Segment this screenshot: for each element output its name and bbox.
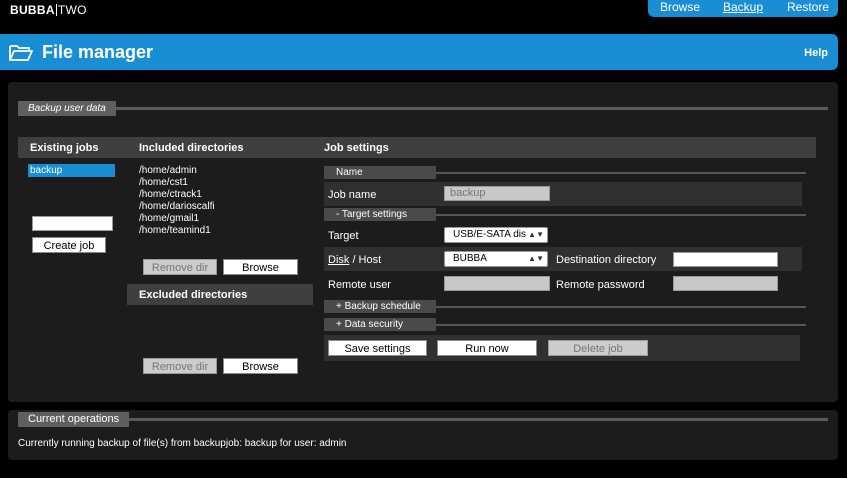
create-job-button[interactable]: Create job bbox=[32, 237, 106, 253]
panel-rule bbox=[18, 418, 828, 421]
disk-host-label: Disk / Host bbox=[328, 254, 381, 266]
included-dir-item[interactable]: /home/darioscalfi bbox=[139, 201, 215, 213]
included-dir-item[interactable]: /home/admin bbox=[139, 165, 197, 177]
remote-password-label: Remote password bbox=[556, 279, 645, 291]
included-dir-item[interactable]: /home/teamind1 bbox=[139, 225, 211, 237]
backup-schedule-tab[interactable]: + Backup schedule bbox=[324, 300, 436, 313]
nav-browse[interactable]: Browse bbox=[660, 0, 700, 14]
included-dir-item[interactable]: /home/ctrack1 bbox=[139, 189, 202, 201]
data-security-tab[interactable]: + Data security bbox=[324, 318, 436, 331]
target-label: Target bbox=[328, 230, 359, 242]
operations-legend: Current operations bbox=[18, 412, 130, 427]
target-settings-tab[interactable]: - Target settings bbox=[324, 208, 436, 221]
existing-jobs-header: Existing jobs bbox=[30, 142, 99, 154]
remote-user-label: Remote user bbox=[328, 279, 391, 291]
nav-backup[interactable]: Backup bbox=[723, 0, 763, 14]
included-dir-item[interactable]: /home/cst1 bbox=[139, 177, 188, 189]
run-now-button[interactable]: Run now bbox=[437, 340, 537, 356]
disk-select-value: BUBBA bbox=[453, 253, 487, 264]
panel-rule bbox=[18, 107, 828, 110]
disk-link[interactable]: Disk bbox=[328, 254, 349, 266]
name-section-tab: Name bbox=[324, 166, 436, 179]
page-header: File manager Help bbox=[0, 34, 838, 70]
page-title: File manager bbox=[42, 42, 154, 62]
remote-user-input[interactable] bbox=[444, 276, 550, 291]
folder-open-icon bbox=[9, 45, 33, 61]
browse-included-button[interactable]: Browse bbox=[223, 259, 298, 275]
chevron-updown-icon: ▲▼ bbox=[526, 228, 544, 242]
chevron-updown-icon: ▲▼ bbox=[528, 254, 544, 263]
included-dir-item[interactable]: /home/gmail1 bbox=[139, 213, 199, 225]
top-navigation: Browse Backup Restore bbox=[648, 0, 838, 17]
panel-legend: Backup user data bbox=[18, 101, 116, 116]
delete-job-button[interactable]: Delete job bbox=[548, 340, 648, 356]
job-name-input[interactable]: backup bbox=[444, 186, 550, 201]
remove-excluded-dir-button[interactable]: Remove dir bbox=[143, 358, 217, 374]
target-select-value: USB/E-SATA disk bbox=[453, 229, 531, 240]
remove-included-dir-button[interactable]: Remove dir bbox=[143, 259, 217, 275]
brand-part2: TWO bbox=[57, 3, 87, 17]
new-job-input[interactable] bbox=[32, 216, 113, 231]
remote-password-input[interactable] bbox=[673, 276, 778, 291]
nav-restore[interactable]: Restore bbox=[787, 0, 829, 14]
brand-part1: BUBBA bbox=[10, 3, 55, 17]
destination-directory-input[interactable] bbox=[673, 252, 778, 267]
help-link[interactable]: Help bbox=[804, 47, 828, 59]
target-select[interactable]: USB/E-SATA disk ▲▼ bbox=[444, 227, 548, 243]
destination-directory-label: Destination directory bbox=[556, 254, 657, 266]
job-name-label: Job name bbox=[328, 189, 377, 201]
job-name-row bbox=[324, 182, 802, 206]
excluded-directories-header: Excluded directories bbox=[139, 289, 248, 301]
disk-select[interactable]: BUBBA ▲▼ bbox=[444, 251, 548, 267]
host-text: / Host bbox=[349, 254, 382, 266]
job-list-item[interactable]: backup bbox=[28, 164, 115, 177]
job-settings-header: Job settings bbox=[324, 142, 389, 154]
included-directories-header: Included directories bbox=[139, 142, 244, 154]
browse-excluded-button[interactable]: Browse bbox=[223, 358, 298, 374]
column-header-bar bbox=[18, 137, 816, 158]
brand-separator bbox=[55, 4, 57, 16]
save-settings-button[interactable]: Save settings bbox=[328, 340, 427, 356]
brand-logo: BUBBA TWO bbox=[10, 3, 87, 17]
operations-status-text: Currently running backup of file(s) from… bbox=[18, 438, 347, 449]
